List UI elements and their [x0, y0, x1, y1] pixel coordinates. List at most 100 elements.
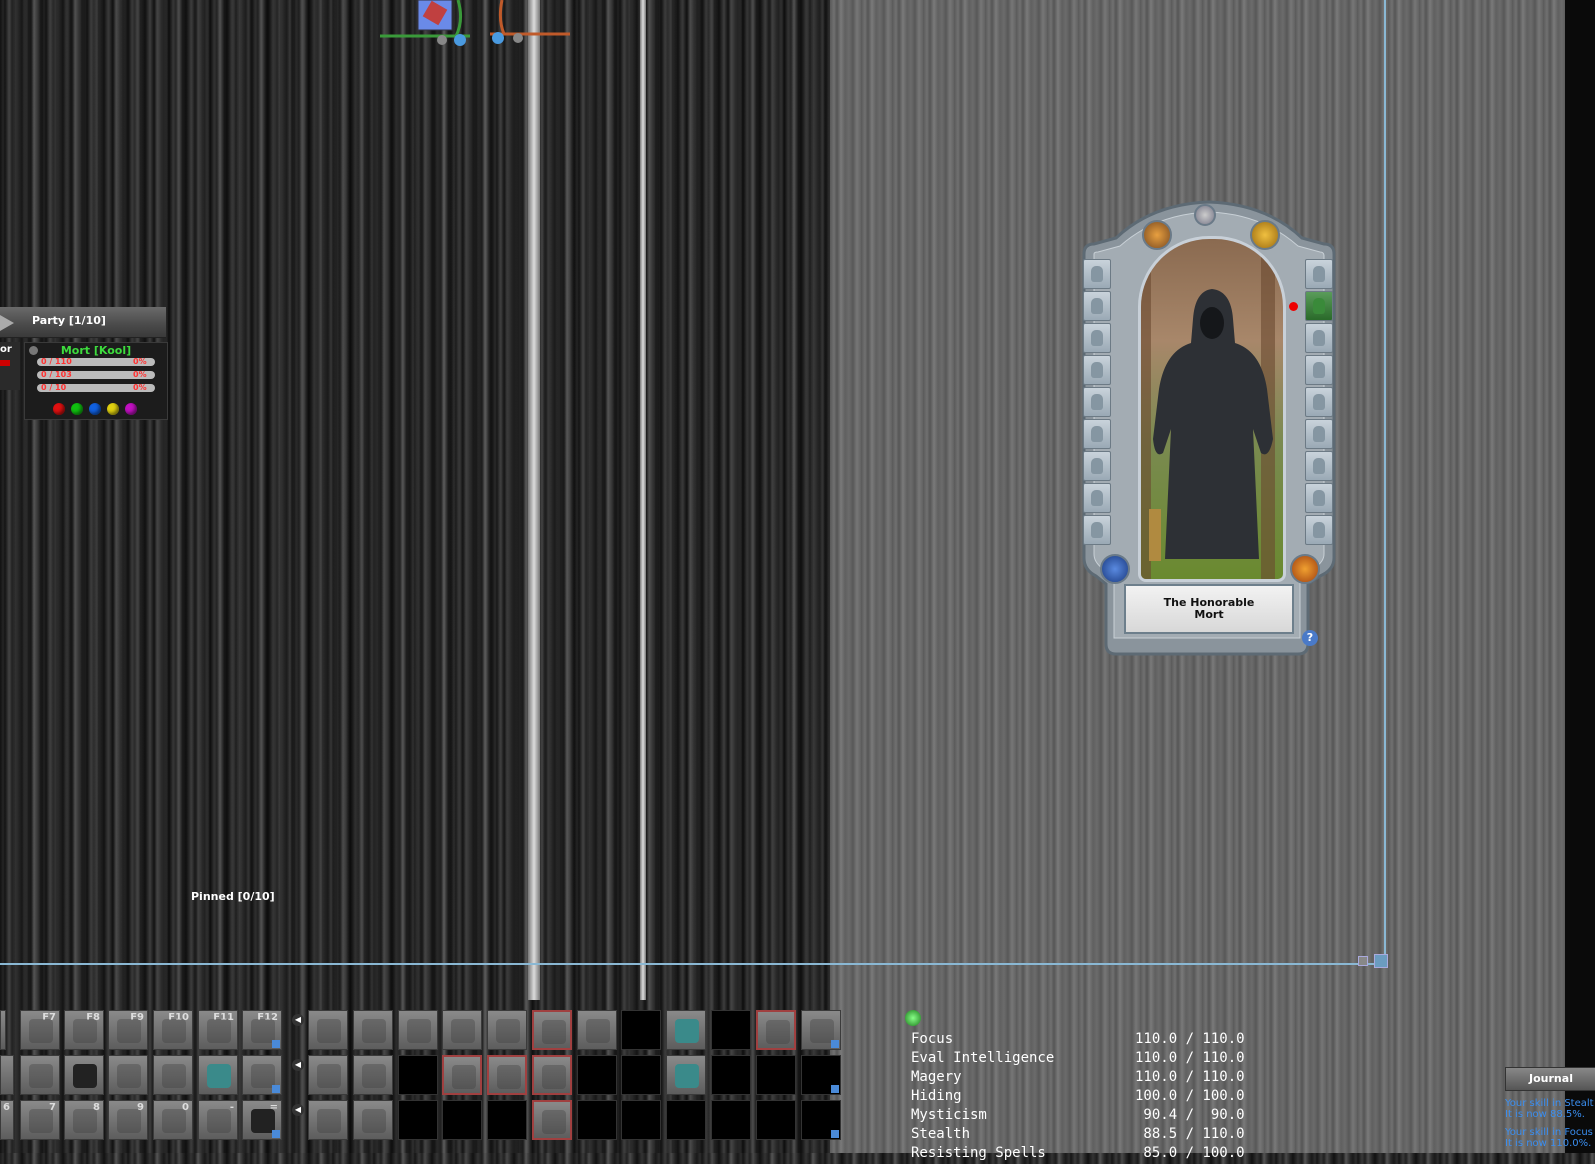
- hotbar-slot-empty[interactable]: [801, 1055, 841, 1095]
- hotbar-slot[interactable]: [308, 1055, 348, 1095]
- equip-slot-gloves[interactable]: [1305, 387, 1333, 417]
- equip-slot-sleeves[interactable]: [1305, 355, 1333, 385]
- hotbar-slot[interactable]: [487, 1055, 527, 1095]
- equip-slot-hand-right[interactable]: [1305, 419, 1333, 449]
- green-orb-icon[interactable]: [71, 403, 83, 415]
- hotbar-slot-empty[interactable]: [621, 1010, 661, 1050]
- character-portrait[interactable]: [1138, 236, 1286, 582]
- hotbar-slot[interactable]: [532, 1010, 572, 1050]
- hotbar-slot[interactable]: [442, 1010, 482, 1050]
- yellow-orb-icon[interactable]: [107, 403, 119, 415]
- hotbar-slot[interactable]: [64, 1055, 104, 1095]
- hotbar-slot[interactable]: [353, 1055, 393, 1095]
- equip-slot-chest[interactable]: [1305, 323, 1333, 353]
- hotbar-slot-empty[interactable]: [801, 1100, 841, 1140]
- equip-slot-arms[interactable]: [1083, 387, 1111, 417]
- equip-slot-hand-left[interactable]: [1083, 419, 1111, 449]
- hotbar-slot-f11[interactable]: F11: [198, 1010, 238, 1050]
- hotbar-slot-empty[interactable]: [756, 1100, 796, 1140]
- hotbar-slot-empty[interactable]: [756, 1055, 796, 1095]
- equip-slot-robe[interactable]: [1305, 291, 1333, 321]
- talisman-icon[interactable]: [1142, 220, 1172, 250]
- hotbar-slot[interactable]: [242, 1055, 282, 1095]
- hotbar-slot-empty[interactable]: [621, 1055, 661, 1095]
- top-menu-icons[interactable]: [380, 0, 580, 50]
- party-panel-header[interactable]: Party [1/10]: [0, 307, 166, 338]
- equip-slot-neck[interactable]: [1083, 323, 1111, 353]
- hotbar-slot[interactable]: [532, 1055, 572, 1095]
- hotbar-slot[interactable]: [532, 1100, 572, 1140]
- hotbar-slot-f10[interactable]: F10: [153, 1010, 193, 1050]
- partial-panel-left[interactable]: or: [0, 342, 20, 390]
- hotbar-slot-empty[interactable]: [711, 1055, 751, 1095]
- hotbar-slot-f7[interactable]: F7: [20, 1010, 60, 1050]
- hotbar-slot[interactable]: [801, 1010, 841, 1050]
- hotbar-slot[interactable]: [487, 1010, 527, 1050]
- hotbar-slot[interactable]: [108, 1055, 148, 1095]
- hotbar-slot[interactable]: [353, 1100, 393, 1140]
- lock-icon[interactable]: [1100, 554, 1130, 584]
- resize-handle-icon[interactable]: [1374, 954, 1388, 968]
- hotbar-slot[interactable]: [666, 1055, 706, 1095]
- hotbar-slot[interactable]: [398, 1010, 438, 1050]
- hotbar-slot[interactable]: [153, 1055, 193, 1095]
- hotbar[interactable]: F7 F8 F9 F10 F11 F12 ◀ ◀ 6 7 8 9 0 - = ◀: [0, 1010, 850, 1153]
- equip-slot-earrings[interactable]: [1305, 259, 1333, 289]
- hotbar-slot-f8[interactable]: F8: [64, 1010, 104, 1050]
- hotbar-slot[interactable]: [0, 1055, 14, 1095]
- equip-slot-head[interactable]: [1083, 259, 1111, 289]
- hotbar-slot[interactable]: [666, 1010, 706, 1050]
- lock-icon[interactable]: [1358, 956, 1368, 966]
- hotbar-slot-f12[interactable]: F12: [242, 1010, 282, 1050]
- equip-slot-legs[interactable]: [1083, 483, 1111, 513]
- hotbar-slot[interactable]: [756, 1010, 796, 1050]
- hotbar-slot-9[interactable]: 9: [108, 1100, 148, 1140]
- hotbar-slot-empty[interactable]: [711, 1100, 751, 1140]
- party-action-dots[interactable]: [53, 403, 137, 415]
- hotbar-slot-empty[interactable]: [666, 1100, 706, 1140]
- fire-orb-icon[interactable]: [1290, 554, 1320, 584]
- hotbar-slot-empty[interactable]: [577, 1100, 617, 1140]
- crest-icon[interactable]: [1194, 204, 1216, 226]
- help-icon[interactable]: ?: [1302, 630, 1318, 646]
- equip-slot-torso[interactable]: [1083, 355, 1111, 385]
- equip-slot-face[interactable]: [1083, 291, 1111, 321]
- hotbar-slot-empty[interactable]: [711, 1010, 751, 1050]
- hotbar-slot-7[interactable]: 7: [20, 1100, 60, 1140]
- red-orb-icon[interactable]: [53, 403, 65, 415]
- play-arrow-icon[interactable]: [0, 315, 14, 331]
- hotbar-slot[interactable]: [0, 1010, 6, 1050]
- hotbar-slot[interactable]: [308, 1010, 348, 1050]
- hotbar-slot-empty[interactable]: [398, 1055, 438, 1095]
- hotbar-slot-empty[interactable]: [621, 1100, 661, 1140]
- hotbar-slot[interactable]: [198, 1055, 238, 1095]
- hotbar-slot[interactable]: [353, 1010, 393, 1050]
- equip-slot-boots[interactable]: [1305, 515, 1333, 545]
- equip-slot-feet[interactable]: [1083, 515, 1111, 545]
- hotbar-slot[interactable]: [577, 1010, 617, 1050]
- hotbar-slot-empty[interactable]: [442, 1100, 482, 1140]
- equip-slot-bracelet[interactable]: [1305, 451, 1333, 481]
- equip-slot-ring[interactable]: [1083, 451, 1111, 481]
- hotbar-slot-empty[interactable]: [577, 1055, 617, 1095]
- hotbar-slot-6[interactable]: 6: [0, 1100, 14, 1140]
- hotbar-slot-f9[interactable]: F9: [108, 1010, 148, 1050]
- purple-orb-icon[interactable]: [125, 403, 137, 415]
- quiver-icon[interactable]: [1250, 220, 1280, 250]
- hotbar-slot-empty[interactable]: [398, 1100, 438, 1140]
- paperdoll-window[interactable]: The Honorable Mort ?: [1072, 198, 1346, 656]
- party-member-card[interactable]: Mort [Kool] 0 / 110 0% 0 / 103 0% 0 / 10…: [24, 342, 168, 420]
- skill-tracker-orb-icon[interactable]: [905, 1010, 921, 1026]
- hotbar-slot-8[interactable]: 8: [64, 1100, 104, 1140]
- hotbar-slot-empty[interactable]: [487, 1100, 527, 1140]
- chevron-left-icon[interactable]: ◀: [292, 1014, 304, 1026]
- pinned-label[interactable]: Pinned [0/10]: [191, 890, 275, 903]
- chevron-left-icon[interactable]: ◀: [292, 1059, 304, 1071]
- hotbar-slot[interactable]: [308, 1100, 348, 1140]
- hotbar-slot-0[interactable]: 0: [153, 1100, 193, 1140]
- hotbar-slot[interactable]: [442, 1055, 482, 1095]
- chevron-left-icon[interactable]: ◀: [292, 1104, 304, 1116]
- hotbar-slot-minus[interactable]: -: [198, 1100, 238, 1140]
- journal-tab[interactable]: Journal: [1505, 1067, 1595, 1091]
- blue-orb-icon[interactable]: [89, 403, 101, 415]
